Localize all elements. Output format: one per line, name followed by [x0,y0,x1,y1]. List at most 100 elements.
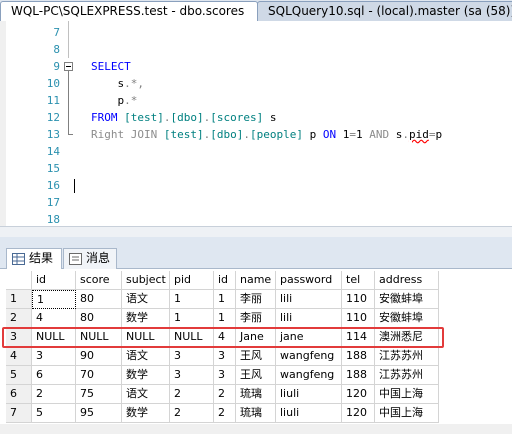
table-cell[interactable]: 2 [170,404,214,423]
code-line[interactable]: 16 [0,177,512,194]
code-line[interactable]: 10 s.*, [0,75,512,92]
table-cell[interactable]: 5 [32,404,76,423]
table-cell[interactable]: 2 [214,404,236,423]
column-header[interactable]: tel [342,271,375,290]
table-cell[interactable]: 李丽 [236,290,276,309]
grid-header-row[interactable]: id score subject pid id name password tel addres… [6,271,512,290]
sql-editor[interactable]: 7 8 9 SELECT 10 s.*, 11 p.* 12 FROM [test].[dbo… [0,21,512,226]
table-cell[interactable]: 1 [32,290,76,309]
table-cell[interactable]: NULL [122,328,170,347]
table-cell[interactable]: 数学 [122,366,170,385]
table-cell[interactable]: 澳洲悉尼 [375,328,439,347]
row-number[interactable]: 2 [6,309,32,328]
code-line[interactable]: 15 [0,160,512,177]
column-header[interactable]: id [32,271,76,290]
table-cell[interactable]: 3 [32,347,76,366]
table-cell[interactable]: 4 [32,309,76,328]
table-cell[interactable]: liuli [276,404,342,423]
collapse-minus-icon[interactable] [64,62,73,71]
table-cell[interactable]: 188 [342,347,375,366]
table-cell[interactable]: wangfeng [276,347,342,366]
column-header[interactable]: pid [170,271,214,290]
table-row[interactable]: 1 1 80 语文 1 1 李丽 lili 110 安徽蚌埠 [6,290,512,309]
table-cell[interactable]: 1 [214,309,236,328]
table-cell[interactable]: 中国上海 [375,404,439,423]
row-number[interactable]: 5 [6,366,32,385]
table-cell[interactable]: 琉璃 [236,404,276,423]
row-number[interactable]: 6 [6,385,32,404]
code-line[interactable]: 7 [0,24,512,41]
table-cell[interactable]: 110 [342,290,375,309]
tab-sqlquery10[interactable]: SQLQuery10.sql - (local).master (sa (58)… [257,1,512,21]
table-cell[interactable]: 1 [214,290,236,309]
table-cell[interactable]: 语文 [122,347,170,366]
table-row[interactable]: 2 4 80 数学 1 1 李丽 lili 110 安徽蚌埠 [6,309,512,328]
table-cell[interactable]: 95 [76,404,122,423]
table-cell[interactable]: 70 [76,366,122,385]
table-cell[interactable]: lili [276,309,342,328]
table-cell[interactable]: 语文 [122,385,170,404]
table-cell[interactable]: 王风 [236,366,276,385]
tab-scores-table[interactable]: WQL-PC\SQLEXPRESS.test - dbo.scores [0,1,258,21]
table-cell[interactable]: 安徽蚌埠 [375,290,439,309]
table-cell[interactable]: 4 [214,328,236,347]
table-cell[interactable]: wangfeng [276,366,342,385]
table-cell[interactable]: liuli [276,385,342,404]
row-number[interactable]: 7 [6,404,32,423]
table-cell[interactable]: 2 [32,385,76,404]
table-cell[interactable]: 110 [342,309,375,328]
table-cell[interactable]: 80 [76,309,122,328]
code-line[interactable]: 18 [0,211,512,226]
code-line[interactable]: 12 FROM [test].[dbo].[scores] s [0,109,512,126]
table-cell[interactable]: 安徽蚌埠 [375,309,439,328]
row-number[interactable]: 1 [6,290,32,309]
table-cell[interactable]: lili [276,290,342,309]
table-cell[interactable]: 3 [214,366,236,385]
table-cell[interactable]: 数学 [122,309,170,328]
table-cell[interactable]: 李丽 [236,309,276,328]
table-cell[interactable]: 2 [214,385,236,404]
table-cell[interactable]: 琉璃 [236,385,276,404]
editor-horizontal-scrollbar[interactable] [0,226,512,237]
table-row[interactable]: 5 6 70 数学 3 3 王风 wangfeng 188 江苏苏州 [6,366,512,385]
tab-messages[interactable]: 消息 [63,248,117,269]
column-header[interactable]: id [214,271,236,290]
table-row[interactable]: 7 5 95 数学 2 2 琉璃 liuli 120 中国上海 [6,404,512,423]
code-line[interactable]: 14 [0,143,512,160]
code-line[interactable]: 13 Right JOIN [test].[dbo].[people] p ON … [0,126,512,143]
table-cell[interactable]: NULL [170,328,214,347]
table-cell[interactable]: 语文 [122,290,170,309]
table-cell[interactable]: 1 [170,290,214,309]
table-cell[interactable]: 75 [76,385,122,404]
table-cell[interactable]: Jane [236,328,276,347]
table-cell[interactable]: 江苏苏州 [375,366,439,385]
table-cell[interactable]: 3 [170,347,214,366]
code-line[interactable]: 17 [0,194,512,211]
table-cell[interactable]: 3 [170,366,214,385]
table-cell[interactable]: jane [276,328,342,347]
code-line[interactable]: 11 p.* [0,92,512,109]
column-header[interactable]: name [236,271,276,290]
table-row[interactable]: 3 NULL NULL NULL NULL 4 Jane jane 114 澳洲悉尼 [6,328,512,347]
table-cell[interactable]: 90 [76,347,122,366]
row-number[interactable]: 3 [6,328,32,347]
tab-results[interactable]: 结果 [6,248,62,269]
row-number[interactable]: 4 [6,347,32,366]
column-header[interactable] [6,271,32,290]
table-cell[interactable]: 3 [214,347,236,366]
column-header[interactable]: score [76,271,122,290]
table-cell[interactable]: 中国上海 [375,385,439,404]
column-header[interactable]: subject [122,271,170,290]
table-cell[interactable]: NULL [32,328,76,347]
table-cell[interactable]: 数学 [122,404,170,423]
table-cell[interactable]: 王风 [236,347,276,366]
column-header[interactable]: password [276,271,342,290]
table-row[interactable]: 6 2 75 语文 2 2 琉璃 liuli 120 中国上海 [6,385,512,404]
table-row[interactable]: 4 3 90 语文 3 3 王风 wangfeng 188 江苏苏州 [6,347,512,366]
table-cell[interactable]: 114 [342,328,375,347]
code-line[interactable]: 8 [0,41,512,58]
table-cell[interactable]: 6 [32,366,76,385]
table-cell[interactable]: 80 [76,290,122,309]
table-cell[interactable]: 188 [342,366,375,385]
table-cell[interactable]: 120 [342,404,375,423]
